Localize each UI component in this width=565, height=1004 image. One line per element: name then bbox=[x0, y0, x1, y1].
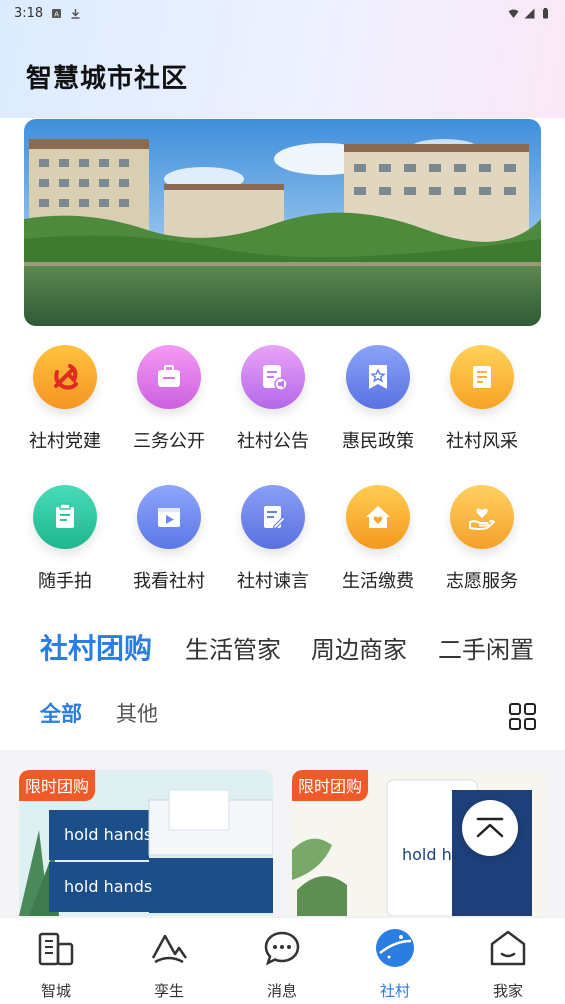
battery-icon bbox=[543, 7, 548, 18]
service-snapshot[interactable]: 随手拍 bbox=[13, 485, 117, 593]
tab-nearby-merchants[interactable]: 周边商家 bbox=[311, 630, 407, 665]
svg-text:hold hands: hold hands bbox=[64, 825, 152, 844]
nav-label: 孪生 bbox=[153, 982, 184, 1000]
back-to-top-icon bbox=[476, 817, 504, 838]
document-icon bbox=[450, 345, 514, 409]
chat-bubble-icon bbox=[260, 926, 304, 970]
service-suggestion[interactable]: 社村谏言 bbox=[221, 485, 325, 593]
service-label: 三务公开 bbox=[133, 431, 205, 452]
promo-badge: 限时团购 bbox=[19, 770, 96, 801]
briefcase-icon bbox=[137, 345, 201, 409]
home-heart-icon bbox=[346, 485, 410, 549]
service-label: 惠民政策 bbox=[342, 431, 414, 452]
service-bill-payment[interactable]: 生活缴费 bbox=[326, 485, 430, 593]
tab-life-butler[interactable]: 生活管家 bbox=[185, 630, 281, 665]
service-three-affairs[interactable]: 三务公开 bbox=[117, 345, 221, 453]
announcement-icon bbox=[241, 345, 305, 409]
service-label: 社村谏言 bbox=[237, 571, 309, 592]
category-tabs: 社村团购 生活管家 周边商家 二手闲置 bbox=[0, 630, 565, 674]
nav-label: 社村 bbox=[379, 982, 410, 1000]
notification-icon: A bbox=[52, 8, 62, 18]
scroll-to-top-button[interactable] bbox=[462, 800, 518, 856]
wifi-icon bbox=[508, 9, 519, 18]
tab-second-hand[interactable]: 二手闲置 bbox=[438, 630, 534, 665]
nav-label: 我家 bbox=[492, 982, 523, 1000]
service-label: 我看社村 bbox=[133, 571, 205, 592]
download-icon bbox=[71, 8, 80, 19]
twin-mountain-icon bbox=[147, 926, 191, 970]
service-label: 生活缴费 bbox=[342, 571, 414, 592]
nav-community[interactable]: 社村 bbox=[345, 926, 445, 1001]
filter-other[interactable]: 其他 bbox=[116, 698, 158, 728]
promo-badge: 限时团购 bbox=[292, 770, 369, 801]
city-building-icon bbox=[34, 926, 78, 970]
service-label: 志愿服务 bbox=[446, 571, 518, 592]
service-label: 随手拍 bbox=[38, 571, 92, 592]
tab-group-buy[interactable]: 社村团购 bbox=[40, 627, 152, 667]
service-announcement[interactable]: 社村公告 bbox=[221, 345, 325, 453]
edit-note-icon bbox=[241, 485, 305, 549]
service-village-style[interactable]: 社村风采 bbox=[430, 345, 534, 453]
nav-smart-city[interactable]: 智城 bbox=[6, 926, 106, 1001]
policy-star-icon bbox=[346, 345, 410, 409]
video-icon bbox=[137, 485, 201, 549]
nav-label: 消息 bbox=[266, 982, 297, 1000]
service-volunteer[interactable]: 志愿服务 bbox=[430, 485, 534, 593]
planet-icon bbox=[373, 926, 417, 970]
service-label: 社村公告 bbox=[237, 431, 309, 452]
service-label: 社村风采 bbox=[446, 431, 518, 452]
svg-text:hold hands: hold hands bbox=[64, 877, 152, 896]
filter-all[interactable]: 全部 bbox=[40, 698, 82, 728]
service-watch-village[interactable]: 我看社村 bbox=[117, 485, 221, 593]
nav-label: 智城 bbox=[40, 982, 71, 1000]
banner-carousel[interactable] bbox=[24, 119, 541, 326]
party-emblem-icon bbox=[33, 345, 97, 409]
filter-tabs: 全部 其他 bbox=[0, 698, 565, 732]
bottom-navigation: 智城 孪生 消息 社村 我家 bbox=[0, 917, 565, 1004]
status-bar: 3:18 A bbox=[0, 0, 565, 26]
signal-icon bbox=[524, 8, 535, 18]
grid-view-icon[interactable] bbox=[508, 702, 538, 732]
status-time: 3:18 bbox=[14, 5, 44, 21]
service-party-building[interactable]: 社村党建 bbox=[13, 345, 117, 453]
service-label: 社村党建 bbox=[29, 431, 101, 452]
svg-text:A: A bbox=[54, 10, 59, 18]
nav-messages[interactable]: 消息 bbox=[232, 926, 332, 1001]
hand-heart-icon bbox=[450, 485, 514, 549]
service-policy[interactable]: 惠民政策 bbox=[326, 345, 430, 453]
banner-image bbox=[24, 119, 541, 326]
nav-my-home[interactable]: 我家 bbox=[458, 926, 558, 1001]
home-icon bbox=[486, 926, 530, 970]
page-title: 智慧城市社区 bbox=[26, 64, 189, 94]
product-card[interactable]: hold hands hold hands 限时团购 bbox=[19, 770, 273, 916]
clipboard-icon bbox=[33, 485, 97, 549]
nav-twin[interactable]: 孪生 bbox=[119, 926, 219, 1001]
